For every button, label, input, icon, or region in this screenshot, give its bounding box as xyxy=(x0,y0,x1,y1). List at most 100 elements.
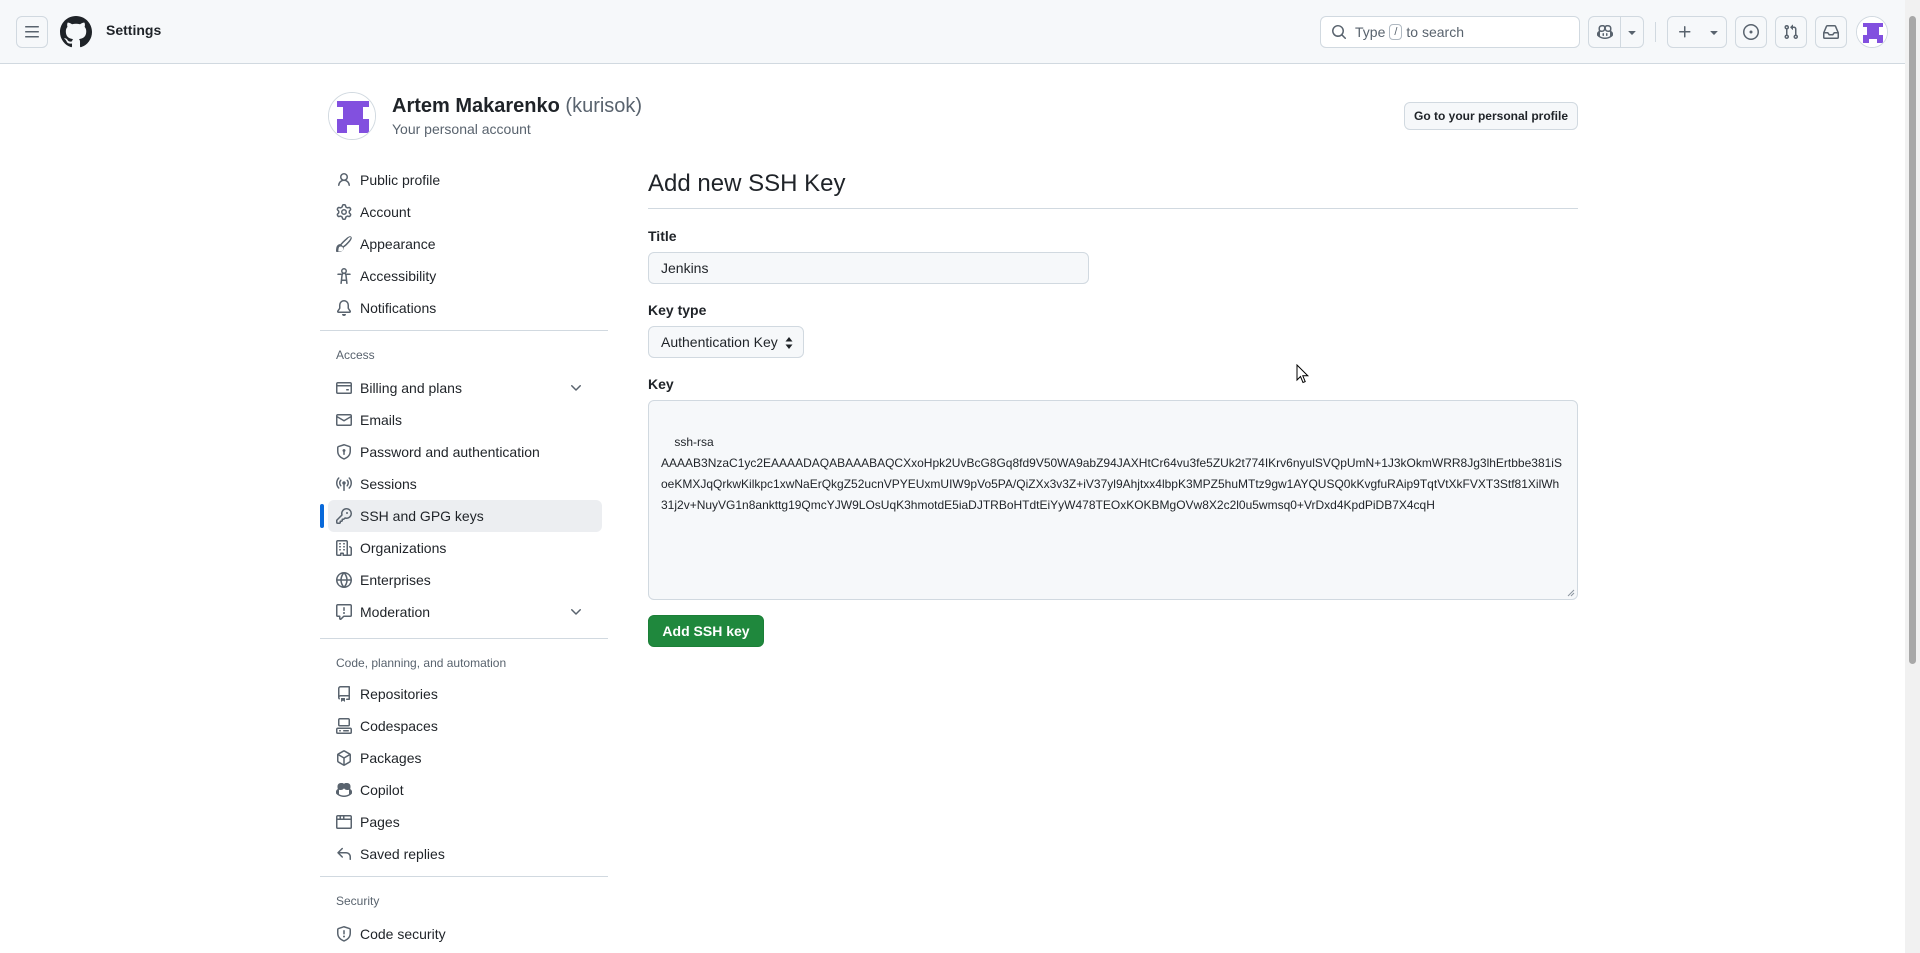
github-logo-icon[interactable] xyxy=(60,16,92,48)
sidebar-item-packages[interactable]: Packages xyxy=(328,742,602,774)
search-placeholder-suffix: to search xyxy=(1406,24,1465,40)
key-type-select[interactable]: Authentication Key xyxy=(648,326,804,358)
search-placeholder-prefix: Type xyxy=(1355,24,1386,40)
hamburger-menu-button[interactable] xyxy=(16,16,48,48)
sidebar-item-label: Appearance xyxy=(360,236,436,252)
plus-button[interactable] xyxy=(1668,17,1702,47)
sidebar-divider xyxy=(320,638,608,639)
scrollbar-thumb[interactable] xyxy=(1909,16,1916,664)
codespaces-icon xyxy=(336,718,352,734)
sidebar-divider xyxy=(320,876,608,877)
sidebar-item-label: Code security xyxy=(360,926,446,942)
account-name[interactable]: Artem Makarenko (kurisok) xyxy=(392,95,642,118)
sidebar-item-label: Sessions xyxy=(360,476,417,492)
copilot-icon xyxy=(336,782,352,798)
shield-icon xyxy=(337,926,351,942)
inbox-button[interactable] xyxy=(1815,16,1847,48)
sidebar-item-repositories[interactable]: Repositories xyxy=(328,678,602,710)
sidebar-item-label: Notifications xyxy=(360,300,437,316)
issues-button[interactable] xyxy=(1735,16,1767,48)
sidebar-item-label: Accessibility xyxy=(360,268,437,284)
git-pull-request-icon xyxy=(1784,24,1799,40)
sidebar-item-label: Packages xyxy=(360,750,422,766)
sidebar-item-account[interactable]: Account xyxy=(328,196,602,228)
add-ssh-key-button[interactable]: Add SSH key xyxy=(648,615,764,647)
sidebar-item-label: SSH and GPG keys xyxy=(360,508,484,524)
sidebar-item-enterprises[interactable]: Enterprises xyxy=(328,564,602,596)
search-input[interactable]: Type / to search xyxy=(1320,16,1580,48)
sidebar-item-billing[interactable]: Billing and plans xyxy=(328,372,602,404)
sidebar-item-label: Password and authentication xyxy=(360,444,540,460)
account-display-name: Artem Makarenko xyxy=(392,95,560,117)
sidebar-section-access: Access xyxy=(336,348,375,362)
sidebar-item-public-profile[interactable]: Public profile xyxy=(328,164,602,196)
repo-icon xyxy=(338,686,350,702)
chevron-down-icon[interactable] xyxy=(568,604,584,620)
hamburger-icon xyxy=(25,26,39,38)
copilot-icon xyxy=(1596,24,1613,40)
package-icon xyxy=(337,750,351,766)
sidebar-item-label: Billing and plans xyxy=(360,380,462,396)
browser-icon xyxy=(336,815,352,829)
header-separator xyxy=(1655,22,1656,42)
inbox-icon xyxy=(1823,25,1839,39)
key-type-label: Key type xyxy=(648,302,707,318)
chevron-down-icon[interactable] xyxy=(568,380,584,396)
title-input[interactable] xyxy=(648,252,1089,284)
key-label: Key xyxy=(648,376,674,392)
pull-requests-button[interactable] xyxy=(1775,16,1807,48)
mouse-cursor-icon xyxy=(1296,364,1310,384)
sidebar-item-copilot[interactable]: Copilot xyxy=(328,774,602,806)
user-avatar-button[interactable] xyxy=(1856,16,1888,48)
sidebar-item-label: Account xyxy=(360,204,411,220)
copilot-button[interactable] xyxy=(1589,17,1620,47)
heading-divider xyxy=(648,208,1578,209)
sidebar-item-label: Copilot xyxy=(360,782,404,798)
go-to-profile-button[interactable]: Go to your personal profile xyxy=(1404,102,1578,130)
sidebar-item-sessions[interactable]: Sessions xyxy=(328,468,602,500)
key-textarea[interactable]: ssh-rsa AAAAB3NzaC1yc2EAAAADAQABAAABAQCX… xyxy=(648,400,1578,600)
sidebar-item-pages[interactable]: Pages xyxy=(328,806,602,838)
organization-icon xyxy=(336,540,352,556)
identicon-avatar-icon xyxy=(329,93,375,139)
sidebar-item-codespaces[interactable]: Codespaces xyxy=(328,710,602,742)
sidebar-item-saved-replies[interactable]: Saved replies xyxy=(328,838,602,870)
accessibility-icon xyxy=(337,268,351,284)
identicon-avatar-icon xyxy=(1857,17,1887,47)
sidebar-item-label: Saved replies xyxy=(360,846,445,862)
create-new-button[interactable] xyxy=(1667,16,1727,48)
copilot-dropdown-button[interactable] xyxy=(1621,17,1643,47)
sidebar-item-label: Codespaces xyxy=(360,718,438,734)
sidebar-item-password-auth[interactable]: Password and authentication xyxy=(328,436,602,468)
sidebar-item-emails[interactable]: Emails xyxy=(328,404,602,436)
credit-card-icon xyxy=(336,382,352,394)
page-scrollbar[interactable] xyxy=(1905,0,1920,953)
resize-grip-icon[interactable] xyxy=(1567,589,1575,597)
select-arrows-icon xyxy=(785,337,793,349)
top-header: Settings Type / to search xyxy=(0,0,1920,64)
sidebar-item-ssh-gpg-keys[interactable]: SSH and GPG keys xyxy=(328,500,602,532)
sidebar-item-accessibility[interactable]: Accessibility xyxy=(328,260,602,292)
key-icon xyxy=(336,508,352,524)
report-icon xyxy=(336,604,352,620)
copilot-menu-button[interactable] xyxy=(1588,16,1644,48)
sidebar-item-notifications[interactable]: Notifications xyxy=(328,292,602,324)
globe-icon xyxy=(336,572,352,588)
search-shortcut-key: / xyxy=(1389,24,1403,40)
sidebar-item-label: Pages xyxy=(360,814,400,830)
create-dropdown-button[interactable] xyxy=(1702,17,1726,47)
gear-icon xyxy=(336,204,352,220)
reply-icon xyxy=(337,847,351,860)
sidebar-item-appearance[interactable]: Appearance xyxy=(328,228,602,260)
sidebar-item-code-security[interactable]: Code security xyxy=(328,918,602,950)
plus-icon xyxy=(1679,26,1691,38)
broadcast-icon xyxy=(336,477,352,491)
shield-lock-icon xyxy=(337,444,351,460)
issue-opened-icon xyxy=(1743,24,1759,40)
key-textarea-value: ssh-rsa AAAAB3NzaC1yc2EAAAADAQABAAABAQCX… xyxy=(661,435,1562,512)
mail-icon xyxy=(336,414,352,426)
sidebar-item-moderation[interactable]: Moderation xyxy=(328,596,602,628)
header-title[interactable]: Settings xyxy=(106,22,161,38)
sidebar-section-code: Code, planning, and automation xyxy=(336,656,507,670)
sidebar-item-organizations[interactable]: Organizations xyxy=(328,532,602,564)
